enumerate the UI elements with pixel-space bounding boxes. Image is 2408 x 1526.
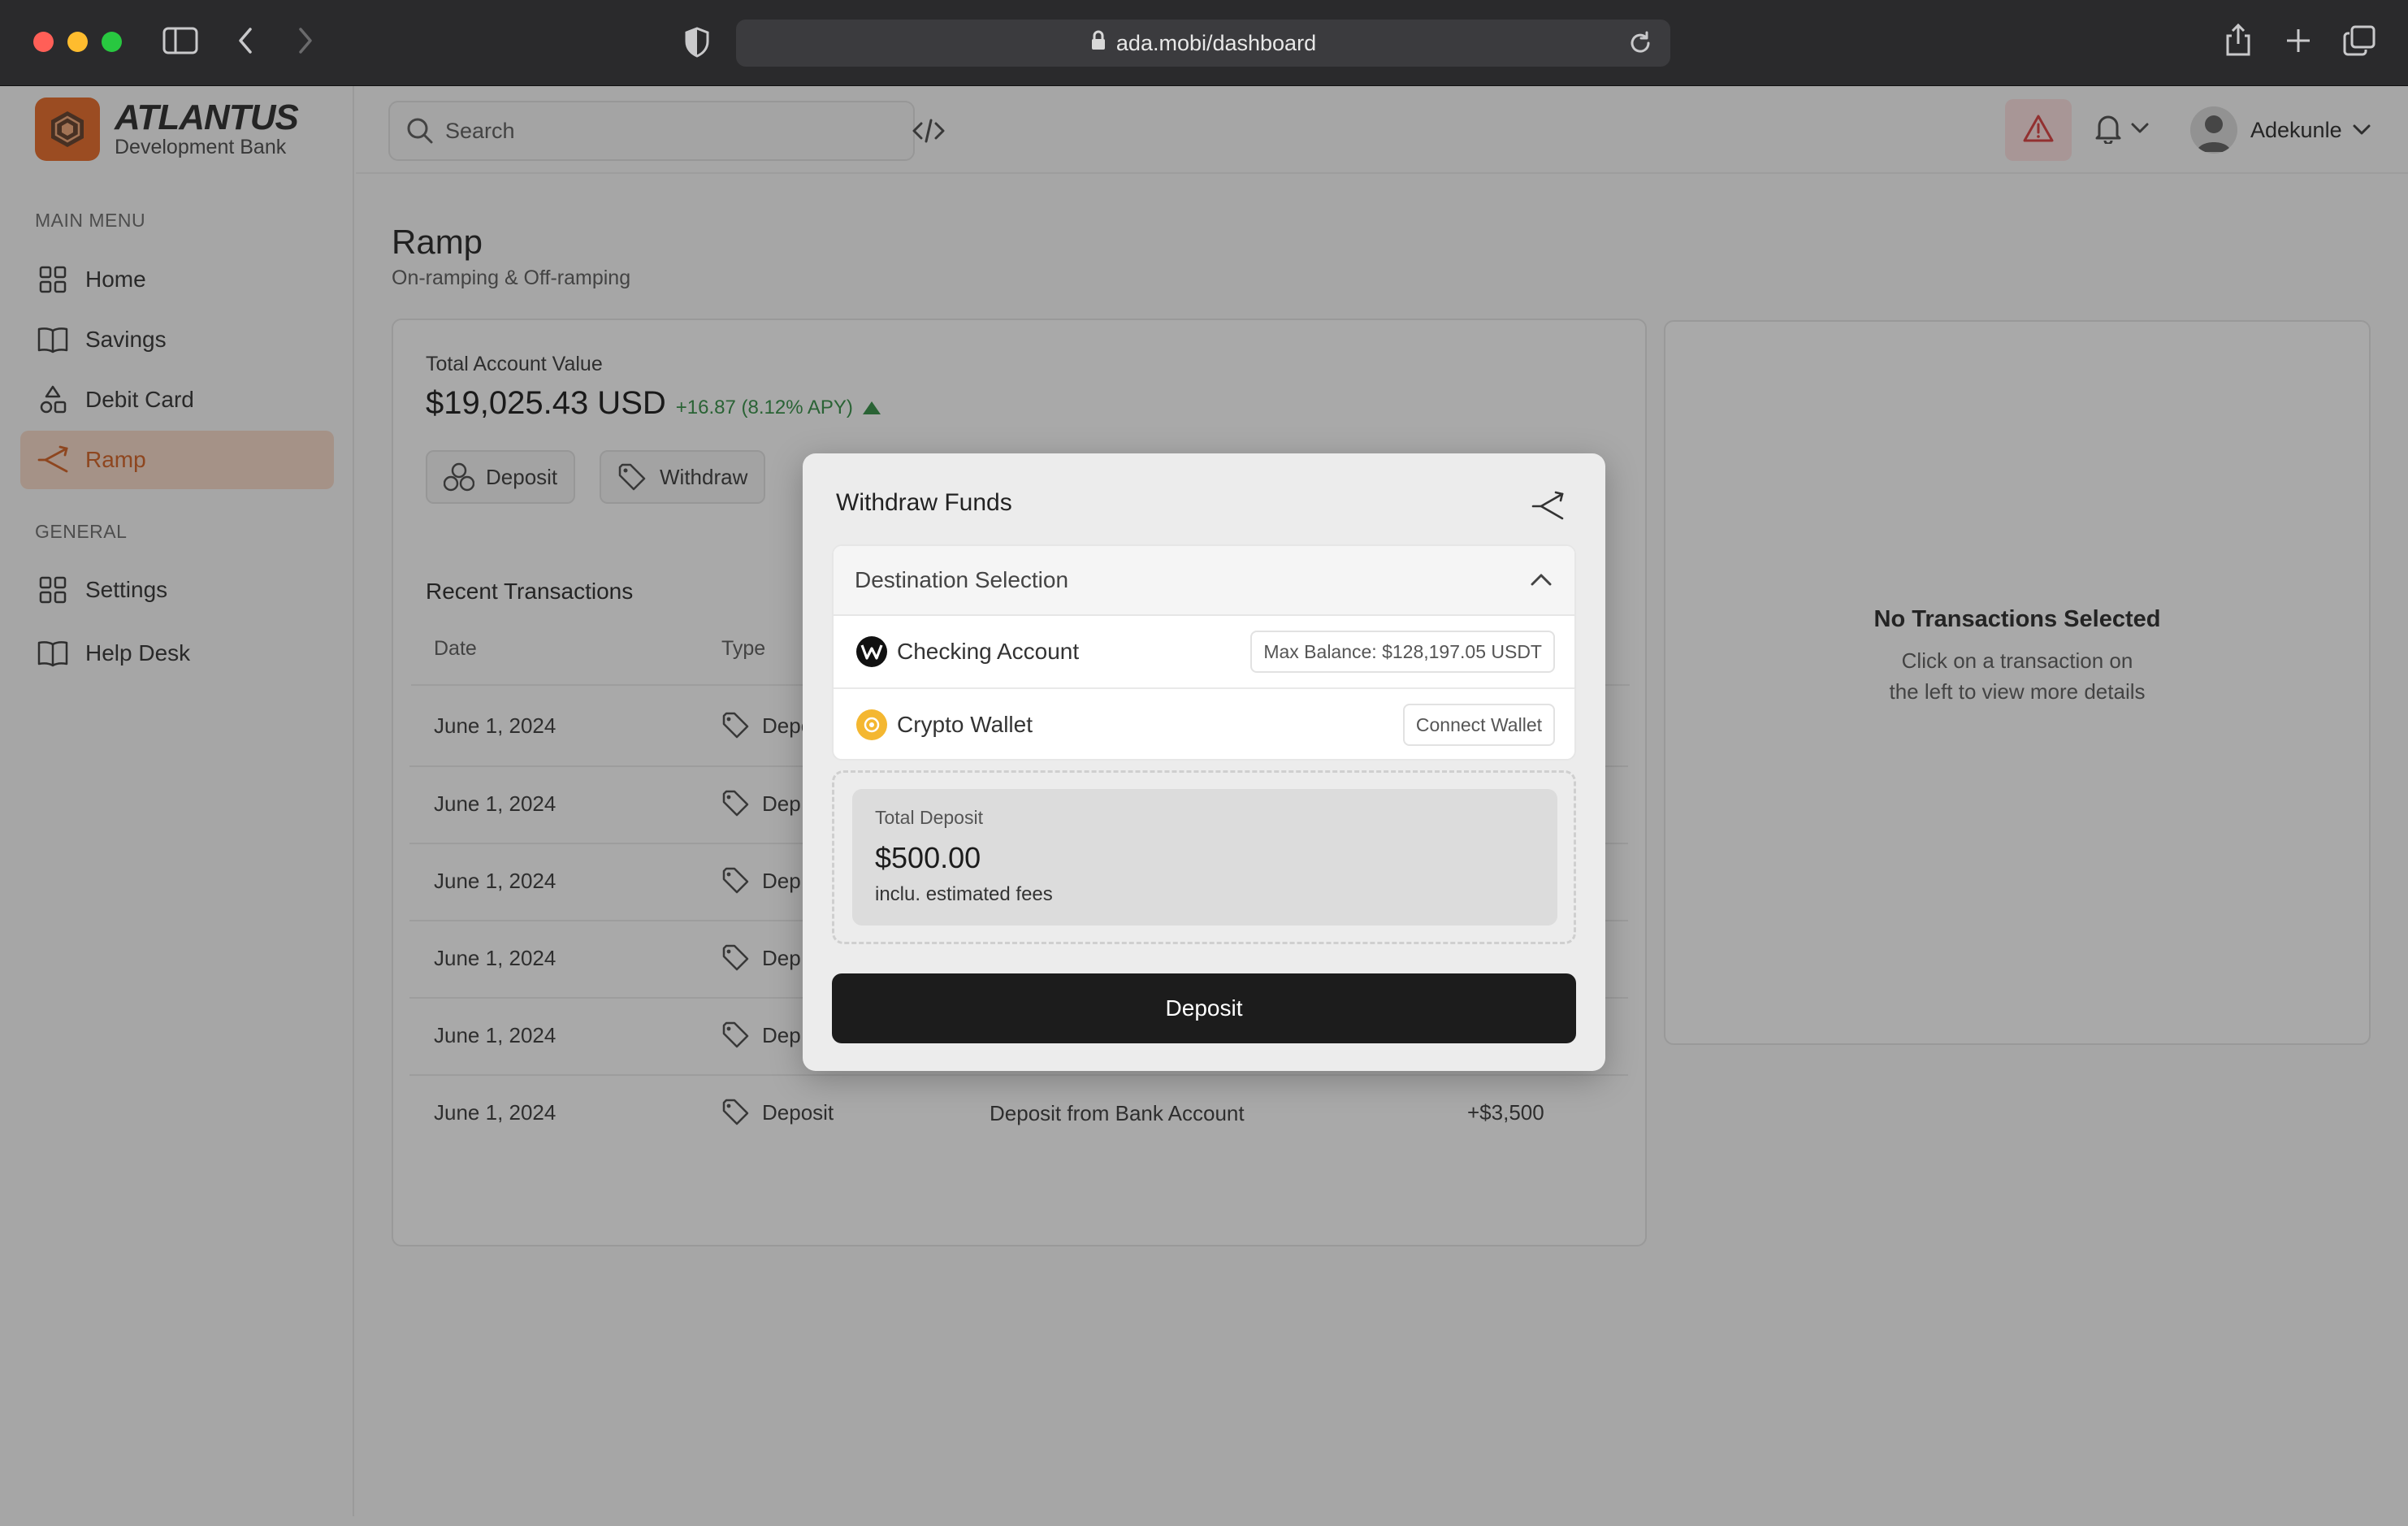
- total-deposit-container: Total Deposit $500.00 inclu. estimated f…: [832, 770, 1576, 944]
- close-icon[interactable]: [1527, 486, 1568, 527]
- modal-title: Withdraw Funds: [836, 489, 1012, 516]
- total-deposit-label: Total Deposit: [875, 807, 983, 828]
- lock-icon: [1090, 30, 1107, 57]
- option-label: Checking Account: [897, 639, 1080, 664]
- wallet-coin-icon: [856, 709, 887, 740]
- maximize-window-button[interactable]: [102, 32, 122, 52]
- total-deposit-value: $500.00: [875, 841, 981, 874]
- destination-header-label: Destination Selection: [855, 567, 1069, 592]
- shield-icon[interactable]: [684, 27, 710, 58]
- max-balance-badge: Max Balance: $128,197.05 USDT: [1250, 631, 1555, 673]
- address-bar[interactable]: ada.mobi/dashboard: [736, 20, 1670, 67]
- destination-selector: Destination Selection Checking Account M…: [832, 544, 1576, 761]
- total-deposit-box: Total Deposit $500.00 inclu. estimated f…: [852, 789, 1557, 926]
- connect-wallet-button[interactable]: Connect Wallet: [1402, 704, 1555, 746]
- destination-option-crypto-wallet[interactable]: Crypto Wallet Connect Wallet: [834, 689, 1574, 759]
- url-text: ada.mobi/dashboard: [1115, 30, 1317, 55]
- tabs-overview-icon[interactable]: [2343, 25, 2376, 56]
- destination-header[interactable]: Destination Selection: [834, 546, 1574, 616]
- new-tab-icon[interactable]: [2285, 27, 2312, 54]
- option-label: Crypto Wallet: [897, 712, 1033, 737]
- w-coin-icon: [856, 636, 887, 667]
- submit-deposit-button[interactable]: Deposit: [832, 973, 1576, 1043]
- sidebar-toggle-icon[interactable]: [162, 26, 198, 55]
- back-icon[interactable]: [236, 26, 255, 55]
- reload-icon[interactable]: [1628, 31, 1652, 61]
- chevron-up-icon[interactable]: [1529, 567, 1553, 593]
- withdraw-funds-modal: Withdraw Funds Destination Selection Che…: [803, 453, 1605, 1071]
- total-deposit-note: inclu. estimated fees: [875, 883, 1053, 905]
- share-icon[interactable]: [2224, 23, 2252, 57]
- close-window-button[interactable]: [33, 32, 54, 52]
- forward-icon[interactable]: [296, 26, 315, 55]
- browser-chrome: ada.mobi/dashboard: [0, 0, 2408, 86]
- minimize-window-button[interactable]: [67, 32, 88, 52]
- destination-option-checking[interactable]: Checking Account Max Balance: $128,197.0…: [834, 616, 1574, 687]
